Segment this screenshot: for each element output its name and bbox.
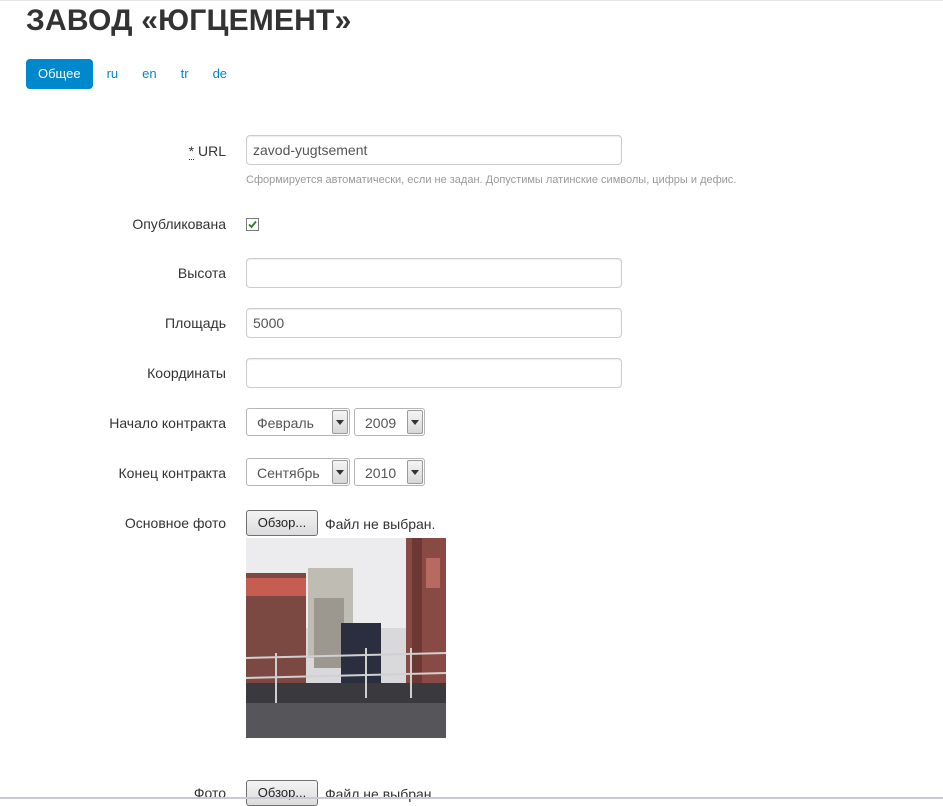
url-input[interactable]	[246, 135, 622, 165]
checkmark-icon	[248, 220, 257, 229]
select-value: Февраль	[257, 415, 314, 431]
chevron-down-icon[interactable]	[332, 410, 348, 434]
tab-ru[interactable]: ru	[95, 59, 131, 89]
published-label: Опубликована	[132, 216, 226, 232]
url-label: * URL	[188, 143, 226, 160]
contract-end-year-select[interactable]: 2010	[354, 458, 425, 486]
tab-de[interactable]: de	[201, 59, 239, 89]
published-checkbox[interactable]	[246, 218, 259, 231]
main-photo-file-status: Файл не выбран.	[325, 516, 436, 532]
select-value: 2009	[365, 415, 397, 431]
page-title: ЗАВОД «ЮГЦЕМЕНТ»	[26, 4, 352, 37]
coords-label: Координаты	[147, 365, 226, 381]
contract-start-month-select[interactable]: Февраль	[246, 408, 350, 436]
contract-end-month-select[interactable]: Сентябрь	[246, 458, 350, 486]
tab-general[interactable]: Общее	[26, 59, 93, 89]
chevron-down-icon[interactable]	[407, 460, 423, 484]
area-input[interactable]	[246, 308, 622, 338]
select-value: Сентябрь	[257, 465, 320, 481]
photo-file-status: Файл не выбран.	[325, 786, 436, 802]
language-tabs: Общее ru en tr de	[26, 59, 239, 89]
photo-browse-button[interactable]: Обзор...	[246, 780, 318, 806]
main-photo-thumbnail	[246, 538, 446, 738]
main-photo-browse-button[interactable]: Обзор...	[246, 510, 318, 536]
contract-start-year-select[interactable]: 2009	[354, 408, 425, 436]
tab-tr[interactable]: tr	[169, 59, 201, 89]
area-label: Площадь	[165, 315, 226, 331]
tab-en[interactable]: en	[130, 59, 168, 89]
contract-start-label: Начало контракта	[109, 415, 226, 431]
chevron-down-icon[interactable]	[332, 460, 348, 484]
top-border	[0, 0, 943, 1]
main-photo-label: Основное фото	[124, 515, 226, 531]
height-label: Высота	[177, 265, 226, 281]
select-value: 2010	[365, 465, 397, 481]
height-input[interactable]	[246, 258, 622, 288]
contract-end-label: Конец контракта	[118, 465, 226, 481]
coords-input[interactable]	[246, 358, 622, 388]
url-help-text: Сформируется автоматически, если не зада…	[246, 174, 737, 186]
required-mark: *	[188, 143, 195, 160]
chevron-down-icon[interactable]	[407, 410, 423, 434]
